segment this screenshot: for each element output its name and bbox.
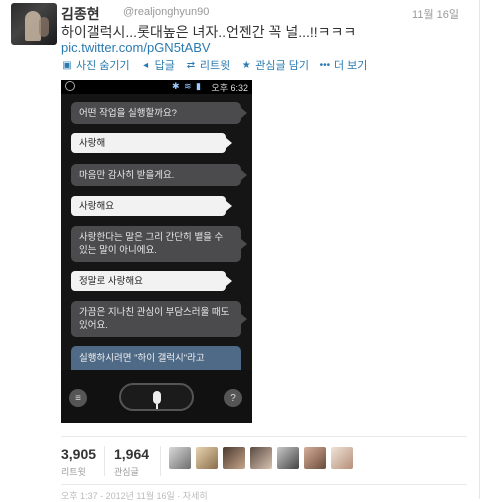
tweet-text: 하이갤럭시...롯대높은 녀자..언젠간 꼭 널...!!ㅋㅋㅋ (61, 24, 357, 40)
favorited-by-avatars (169, 447, 358, 469)
photo-icon: ▣ (62, 59, 72, 71)
retweet-count-value: 3,905 (61, 446, 97, 462)
tweet-footer: 오후 1:37 - 2012년 11월 16일 · 자세히 (61, 491, 208, 501)
divider (61, 436, 467, 437)
phone-time: 오후 6:32 (211, 83, 248, 93)
retweet-count-label: 리트윗 (61, 467, 86, 477)
favorite-count-label: 관심글 (114, 467, 139, 477)
user-avatar[interactable] (277, 447, 299, 469)
phone-status-bar: ✱ ≋ ▮ 오후 6:32 (61, 80, 252, 94)
tweet-actions: ▣ 사진 숨기기 ◂ 답글 ⇄ 리트윗 ★ 관심글 담기 ••• 더 보기 (61, 57, 377, 73)
status-icon (65, 81, 75, 91)
menu-button: ≡ (69, 389, 87, 407)
message-bubble: 정말로 사랑해요 (71, 271, 232, 291)
retweet-icon: ⇄ (186, 59, 196, 71)
reply-button[interactable]: ◂ 답글 (140, 57, 175, 73)
retweet-label: 리트윗 (199, 60, 231, 72)
message-bubble: 사랑해요 (71, 196, 232, 216)
more-icon: ••• (319, 59, 331, 71)
author-name[interactable]: 김종현 (61, 4, 100, 24)
divider (104, 446, 105, 476)
user-avatar[interactable] (331, 447, 353, 469)
divider (61, 484, 467, 485)
more-button[interactable]: ••• 더 보기 (319, 57, 368, 73)
retweet-count[interactable]: 3,905 리트윗 (61, 446, 96, 478)
attached-photo[interactable]: ✱ ≋ ▮ 오후 6:32 어떤 작업을 실행할까요? 사랑해 마음만 감사히 … (61, 80, 252, 423)
user-avatar[interactable] (304, 447, 326, 469)
tweet-date[interactable]: 11월 16일 (412, 6, 459, 22)
retweet-button[interactable]: ⇄ 리트윗 (185, 57, 231, 73)
star-icon: ★ (241, 59, 251, 71)
user-avatar[interactable] (169, 447, 191, 469)
user-avatar[interactable] (223, 447, 245, 469)
message-bubble: 어떤 작업을 실행할까요? (71, 102, 247, 124)
message-bubble: 가끔은 지나친 관심이 부담스러울 때도 있어요. (71, 301, 247, 337)
help-button: ? (224, 389, 242, 407)
signal-icons: ✱ ≋ ▮ (171, 81, 202, 91)
message-bubble: 마음만 감사히 받을게요. (71, 164, 247, 186)
message-bubble: 실행하시려면 "하이 갤럭시"라고 (71, 346, 241, 370)
author-handle[interactable]: @realjonghyun90 (123, 6, 209, 18)
mic-button (119, 383, 194, 411)
user-avatar[interactable] (196, 447, 218, 469)
message-bubble: 사랑한다는 말은 그리 간단히 뱉을 수 있는 말이 아니에요. (71, 226, 247, 262)
reply-icon: ◂ (143, 59, 149, 71)
hide-photo-label: 사진 숨기기 (76, 60, 130, 72)
avatar-figure-2 (39, 17, 49, 37)
microphone-icon (152, 390, 161, 409)
avatar[interactable] (11, 3, 57, 45)
favorite-count-value: 1,964 (114, 446, 150, 462)
divider (160, 446, 161, 476)
message-bubble: 사랑해 (71, 133, 232, 153)
tweet-card: 김종현 @realjonghyun90 11월 16일 하이갤럭시...롯대높은… (0, 0, 480, 501)
hide-photo-button[interactable]: ▣ 사진 숨기기 (61, 57, 130, 73)
favorite-button[interactable]: ★ 관심글 담기 (240, 57, 309, 73)
favorite-count[interactable]: 1,964 관심글 (114, 446, 149, 478)
reply-label: 답글 (154, 60, 175, 72)
user-avatar[interactable] (250, 447, 272, 469)
favorite-label: 관심글 담기 (255, 60, 309, 72)
voice-bottom-bar: ≡ ? (61, 370, 252, 423)
more-label: 더 보기 (333, 60, 368, 72)
tweet-link[interactable]: pic.twitter.com/pGN5tABV (61, 40, 211, 55)
